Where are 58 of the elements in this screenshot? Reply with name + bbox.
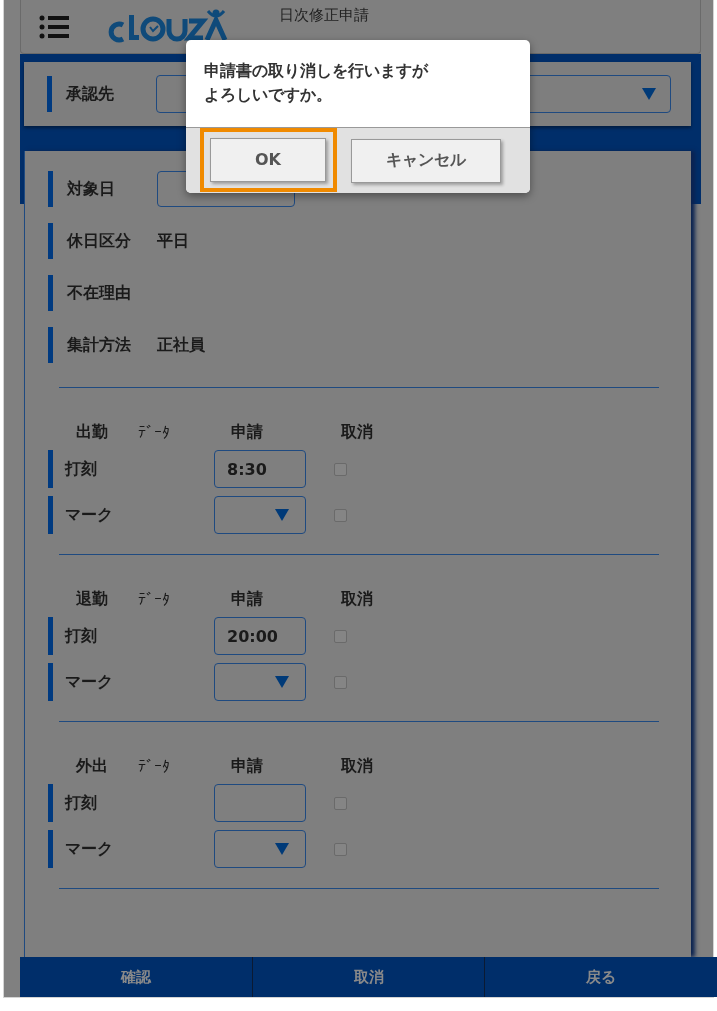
caret-icon [275,509,289,521]
row-label: マーク [65,671,114,693]
label-marker [48,223,53,259]
label-marker [48,327,53,363]
mark-select[interactable] [214,496,306,534]
dialog-message: よろしいですか。 [204,84,333,106]
dialog-message: 申請書の取り消しを行いますが [204,60,430,82]
cancel-checkbox[interactable] [334,629,347,643]
cancel-checkbox[interactable] [334,675,347,689]
time-field[interactable] [214,784,306,822]
label-marker [48,784,53,822]
section-title: 退勤 [76,588,109,610]
column-header: 申請 [231,421,264,443]
menu-icon[interactable] [39,14,69,39]
label-marker [47,76,52,112]
cancel-checkbox[interactable] [334,508,347,522]
label-marker [48,171,53,207]
field-label: 集計方法 [67,334,132,356]
label-marker [48,496,53,534]
column-header: ﾃﾞｰﾀ [138,756,171,776]
column-header: 取消 [341,755,373,777]
cancel-checkbox[interactable] [334,462,347,476]
field-label: 承認先 [66,83,115,105]
label-marker [48,617,53,655]
caret-icon [275,843,289,855]
caret-icon [642,88,656,100]
section-title: 外出 [76,755,109,777]
column-header: ﾃﾞｰﾀ [138,422,171,442]
cancel-checkbox[interactable] [334,842,347,856]
page-title: 日次修正申請 [279,5,369,26]
cancel-checkbox[interactable] [334,796,347,810]
row-label: 打刻 [65,625,98,647]
field-label: 不在理由 [67,282,132,304]
mark-select[interactable] [214,830,306,868]
column-header: 取消 [341,421,373,443]
time-field[interactable]: 20:00 [214,617,306,655]
row-label: 打刻 [65,792,98,814]
label-marker [48,275,53,311]
row-label: マーク [65,838,114,860]
row-label: マーク [65,504,114,526]
dialog-button[interactable]: キャンセル [351,138,501,183]
section-title: 出勤 [76,421,109,443]
caret-icon [275,676,289,688]
field-label: 休日区分 [67,230,132,252]
label-marker [48,663,53,701]
column-header: 申請 [231,755,264,777]
field-value: 正社員 [157,334,205,356]
row-label: 打刻 [65,458,98,480]
time-field[interactable]: 8:30 [214,450,306,488]
mark-select[interactable] [214,663,306,701]
column-header: ﾃﾞｰﾀ [138,589,171,609]
label-marker [48,450,53,488]
column-header: 取消 [341,588,373,610]
label-marker [48,830,53,868]
column-header: 申請 [231,588,264,610]
dialog-button[interactable]: OK [200,127,337,192]
field-value: 平日 [157,230,189,252]
field-label: 対象日 [67,178,116,200]
